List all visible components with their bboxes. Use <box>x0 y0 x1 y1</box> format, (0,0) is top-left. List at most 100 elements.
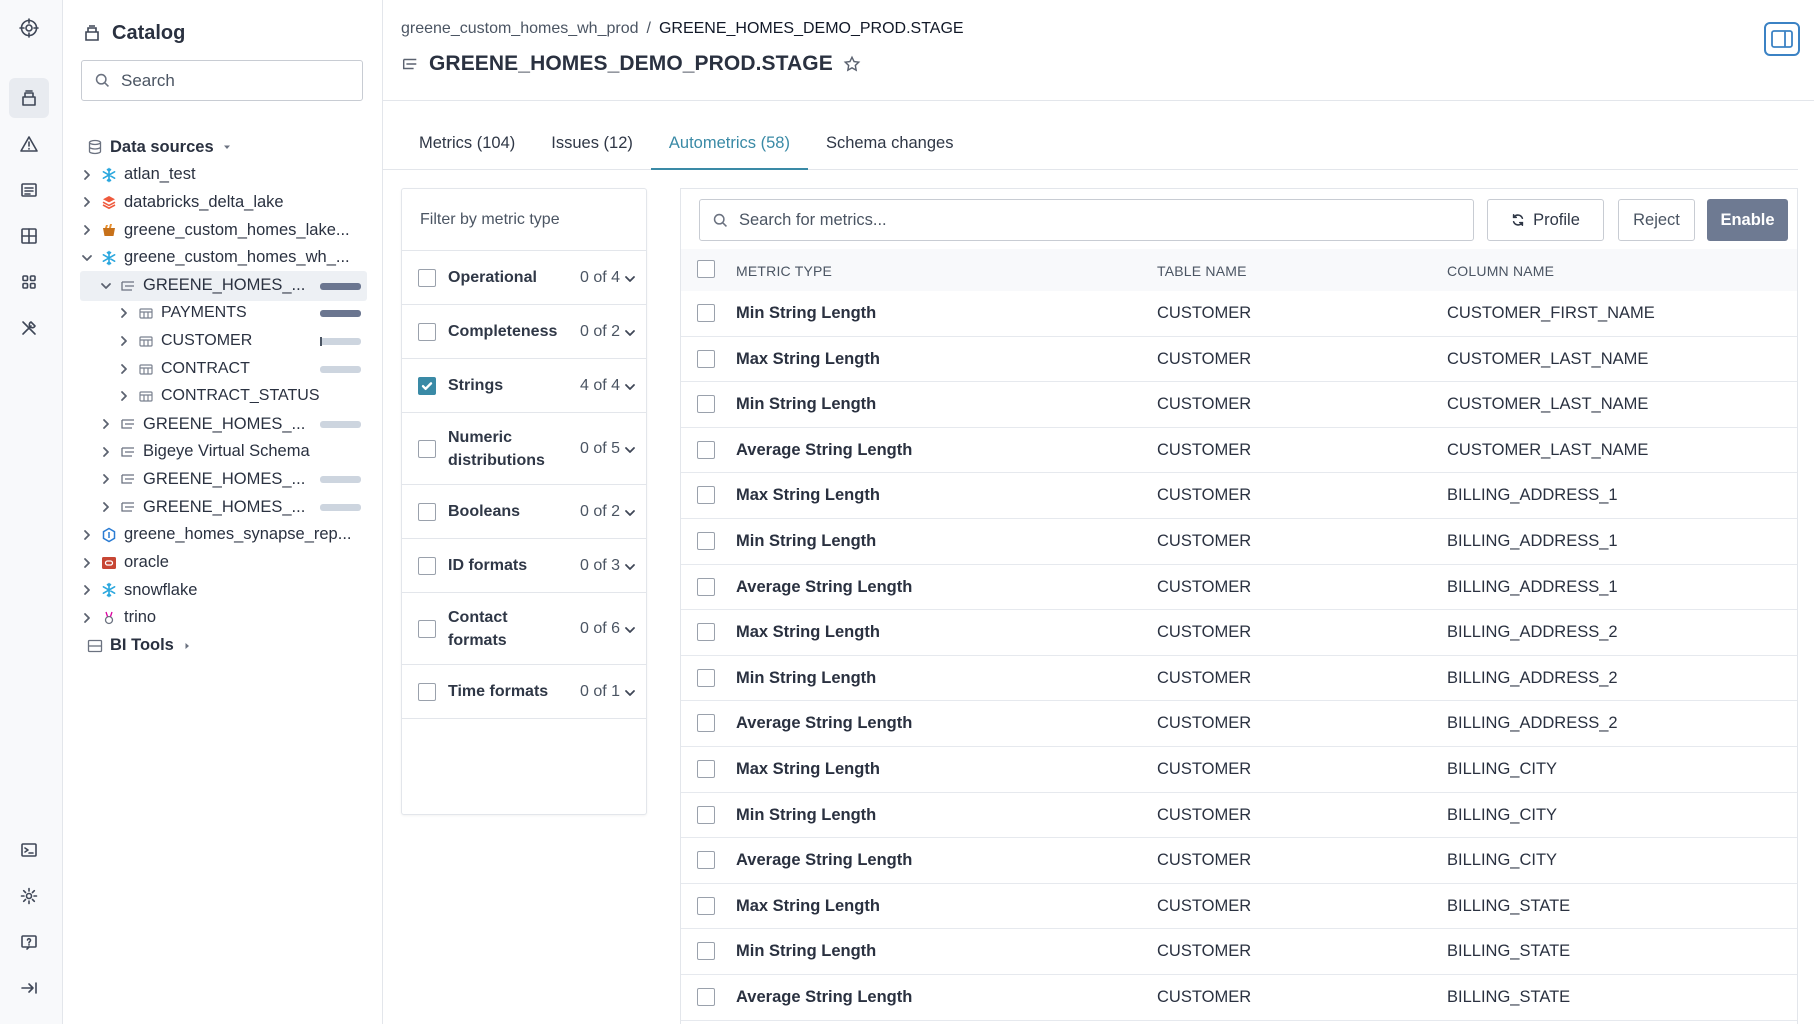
logo-icon[interactable] <box>9 8 49 48</box>
chevron-right-icon[interactable] <box>117 334 131 348</box>
table-row[interactable]: Max String Length CUSTOMER CUSTOMER_LAST_N… <box>681 337 1797 383</box>
tree-item[interactable]: oracle <box>80 548 367 578</box>
row-checkbox[interactable] <box>697 668 715 687</box>
tree-item[interactable]: databricks_delta_lake <box>80 187 367 217</box>
chevron-right-icon[interactable] <box>80 611 94 625</box>
column-header-column-name[interactable]: COLUMN NAME <box>1447 263 1554 279</box>
filter-checkbox[interactable] <box>418 439 436 458</box>
chevron-right-icon[interactable] <box>80 168 94 182</box>
tree-item[interactable]: atlan_test <box>80 160 367 190</box>
filter-group[interactable]: Numeric distributions 0 of 5 <box>402 413 646 485</box>
tree-item[interactable]: Bigeye Virtual Schema <box>80 437 367 467</box>
filter-checkbox[interactable] <box>418 556 436 575</box>
chevron-right-icon[interactable] <box>99 445 113 459</box>
caret-down-icon[interactable] <box>220 140 234 154</box>
row-checkbox[interactable] <box>697 942 715 961</box>
table-row[interactable]: Average String Length CUSTOMER BILLING_ADD… <box>681 565 1797 611</box>
chevron-down-icon[interactable] <box>80 251 94 265</box>
table-row[interactable]: Max String Length CUSTOMER BILLING_CITY <box>681 747 1797 793</box>
filter-checkbox[interactable] <box>418 619 436 638</box>
chevron-right-icon[interactable] <box>99 472 113 486</box>
table-row[interactable]: Min String Length CUSTOMER CUSTOMER_FIRST_… <box>681 291 1797 337</box>
star-icon[interactable] <box>843 55 861 73</box>
row-checkbox[interactable] <box>697 440 715 459</box>
chevron-right-icon[interactable] <box>99 500 113 514</box>
tree-item[interactable]: GREENE_HOMES_... <box>80 409 367 439</box>
tree-item[interactable]: Data sources <box>80 132 367 162</box>
row-checkbox[interactable] <box>697 486 715 505</box>
chevron-down-icon[interactable] <box>624 506 636 518</box>
tab-schema-changes[interactable]: Schema changes <box>808 118 972 170</box>
chevron-right-icon[interactable] <box>117 306 131 320</box>
row-checkbox[interactable] <box>697 988 715 1006</box>
tree-item[interactable]: greene_homes_synapse_rep... <box>80 520 367 550</box>
filter-checkbox[interactable] <box>418 682 436 701</box>
chevron-right-icon[interactable] <box>80 528 94 542</box>
chevron-down-icon[interactable] <box>624 443 636 455</box>
row-checkbox[interactable] <box>697 349 715 368</box>
tree-item[interactable]: GREENE_HOMES_... <box>80 492 367 522</box>
chevron-right-icon[interactable] <box>80 583 94 597</box>
filter-group[interactable]: ID formats 0 of 3 <box>402 539 646 593</box>
tree-item[interactable]: greene_custom_homes_wh_... <box>80 243 367 273</box>
tab-metrics[interactable]: Metrics (104) <box>401 118 533 170</box>
chevron-down-icon[interactable] <box>624 380 636 392</box>
reports-nav-icon[interactable] <box>9 170 49 210</box>
row-checkbox[interactable] <box>697 714 715 733</box>
table-row[interactable]: Average String Length CUSTOMER CUSTOMER_LA… <box>681 428 1797 474</box>
issues-nav-icon[interactable] <box>9 124 49 164</box>
column-header-table-name[interactable]: TABLE NAME <box>1157 263 1247 279</box>
filter-checkbox[interactable] <box>418 502 436 521</box>
row-checkbox[interactable] <box>697 532 715 550</box>
row-checkbox[interactable] <box>697 304 715 322</box>
chevron-right-icon[interactable] <box>117 389 131 403</box>
chevron-right-icon[interactable] <box>80 195 94 209</box>
breadcrumb-parent[interactable]: greene_custom_homes_wh_prod <box>401 20 638 38</box>
chevron-down-icon[interactable] <box>99 279 113 293</box>
row-checkbox[interactable] <box>697 851 715 870</box>
filter-group[interactable]: Strings 4 of 4 <box>402 359 646 413</box>
filter-group[interactable]: Operational 0 of 4 <box>402 251 646 305</box>
reject-button[interactable]: Reject <box>1618 199 1695 241</box>
table-row[interactable]: Min String Length CUSTOMER BILLING_ADDRESS… <box>681 656 1797 702</box>
chevron-down-icon[interactable] <box>624 326 636 338</box>
help-nav-icon[interactable] <box>9 922 49 962</box>
tree-item[interactable]: CUSTOMER <box>80 326 367 356</box>
chevron-right-icon[interactable] <box>117 362 131 376</box>
tools-nav-icon[interactable] <box>9 308 49 348</box>
table-row[interactable]: Average String Length CUSTOMER BILLING_ADD… <box>681 701 1797 747</box>
tree-item[interactable]: GREENE_HOMES_... <box>80 270 367 301</box>
row-checkbox[interactable] <box>697 805 715 824</box>
filter-group[interactable]: Completeness 0 of 2 <box>402 305 646 359</box>
table-row[interactable]: Min String Length CUSTOMER BILLING_CITY <box>681 793 1797 839</box>
table-row[interactable]: Max String Length CUSTOMER BILLING_ADDRESS… <box>681 473 1797 519</box>
tree-item[interactable]: PAYMENTS <box>80 298 367 328</box>
chevron-right-icon[interactable] <box>80 223 94 237</box>
table-row[interactable]: Min String Length CUSTOMER CUSTOMER_LAST_N… <box>681 382 1797 428</box>
column-header-metric-type[interactable]: METRIC TYPE <box>736 263 832 279</box>
tree-item[interactable]: CONTRACT_STATUS <box>80 381 367 411</box>
filter-group[interactable]: Time formats 0 of 1 <box>402 665 646 719</box>
tree-item[interactable]: BI Tools <box>80 631 367 661</box>
table-row[interactable]: Max String Length CUSTOMER BILLING_STATE <box>681 884 1797 930</box>
tab-autometrics[interactable]: Autometrics (58) <box>650 118 808 170</box>
chevron-right-icon[interactable] <box>99 417 113 431</box>
table-row[interactable]: Average String Length CUSTOMER BILLING_CIT… <box>681 838 1797 884</box>
tree-item[interactable]: greene_custom_homes_lake... <box>80 215 367 245</box>
table-row[interactable]: Min String Length CUSTOMER BILLING_STATE <box>681 929 1797 975</box>
row-checkbox[interactable] <box>697 623 715 642</box>
settings-nav-icon[interactable] <box>9 876 49 916</box>
tree-item[interactable]: snowflake <box>80 575 367 605</box>
profile-button[interactable]: Profile <box>1487 199 1604 241</box>
catalog-search-input[interactable] <box>121 70 351 91</box>
chevron-right-icon[interactable] <box>80 556 94 570</box>
apps-nav-icon[interactable] <box>9 262 49 302</box>
caret-right-icon[interactable] <box>180 639 194 653</box>
table-row[interactable]: Max String Length CUSTOMER BILLING_ADDRESS… <box>681 610 1797 656</box>
filter-checkbox[interactable] <box>418 322 436 341</box>
metrics-search-input[interactable] <box>739 210 1439 230</box>
catalog-search[interactable] <box>81 60 363 101</box>
row-checkbox[interactable] <box>697 577 715 596</box>
chevron-down-icon[interactable] <box>624 272 636 284</box>
filter-group[interactable]: Booleans 0 of 2 <box>402 485 646 539</box>
